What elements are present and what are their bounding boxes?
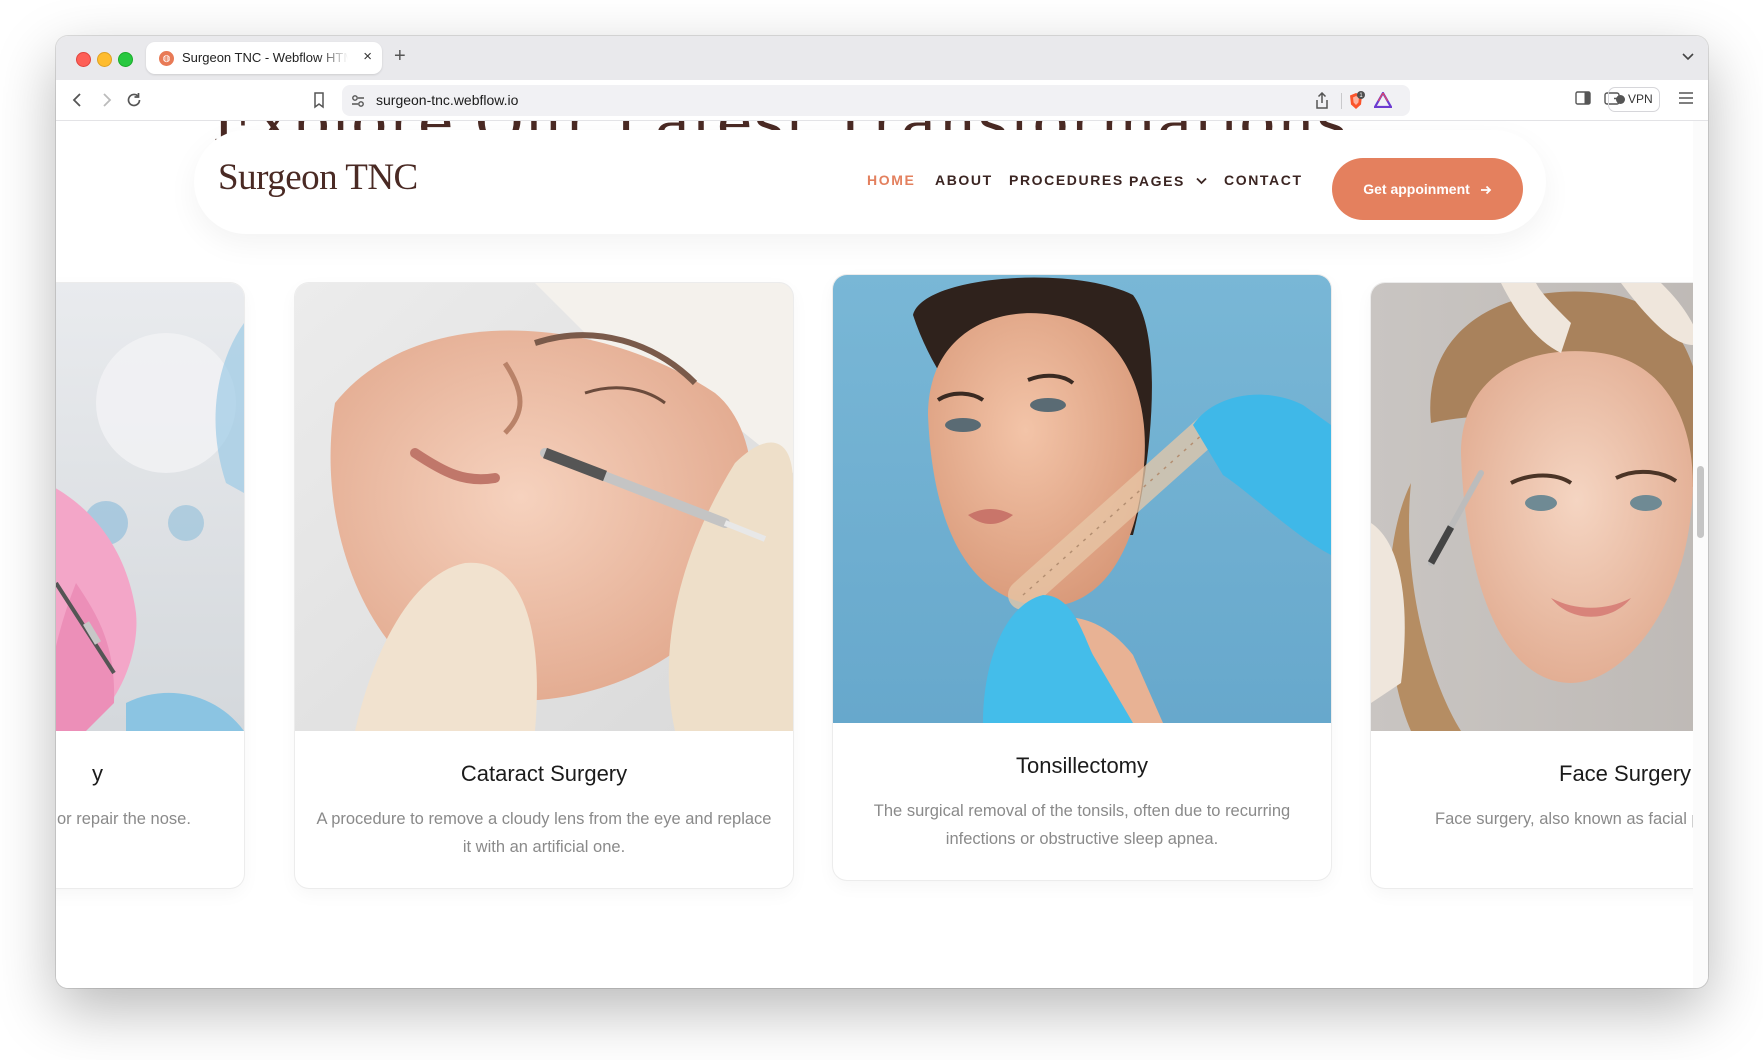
tab-title: Surgeon TNC - Webflow HTML website templ… [182, 50, 348, 65]
zoom-window-button[interactable] [118, 52, 133, 67]
menu-icon[interactable] [1678, 91, 1694, 110]
tab-strip: ◍ Surgeon TNC - Webflow HTML website tem… [56, 36, 1708, 80]
nav-about[interactable]: ABOUT [935, 172, 993, 188]
browser-toolbar: surgeon-tnc.webflow.io 1 VPN [56, 80, 1708, 121]
nav-procedures[interactable]: PROCEDURES [1009, 172, 1124, 188]
card-description: The surgical removal of the tonsils, oft… [873, 802, 1291, 848]
minimize-window-button[interactable] [97, 52, 112, 67]
procedure-image-face-surgery [1371, 283, 1693, 731]
page-scrollbar[interactable] [1693, 121, 1708, 988]
card-title: Face Surgery [1559, 761, 1692, 786]
brave-shields-icon[interactable]: 1 [1346, 91, 1366, 116]
procedure-card[interactable]: Cataract Surgery A procedure to remove a… [295, 283, 793, 888]
forward-icon[interactable] [96, 90, 116, 110]
brave-rewards-icon[interactable] [1373, 90, 1393, 113]
chevron-down-icon [1196, 172, 1208, 188]
reload-icon[interactable] [124, 90, 144, 110]
procedure-image-cataract-surgery [295, 283, 793, 731]
procedure-card[interactable]: Tonsillectomy The surgical removal of th… [833, 275, 1331, 880]
site-settings-icon[interactable] [350, 93, 366, 114]
vpn-button[interactable]: VPN [1608, 87, 1660, 112]
vpn-label: VPN [1628, 92, 1653, 106]
cta-label: Get appoinment [1363, 181, 1470, 197]
tab-list-chevron-icon[interactable] [1682, 48, 1694, 66]
get-appointment-button[interactable]: Get appoinment [1332, 158, 1523, 220]
browser-window: ◍ Surgeon TNC - Webflow HTML website tem… [56, 36, 1708, 988]
nav-pages[interactable]: PAGES [1129, 172, 1208, 189]
card-description: or repair the nose. [57, 810, 191, 828]
sidebar-icon[interactable] [1575, 91, 1591, 110]
back-icon[interactable] [68, 90, 88, 110]
site-favicon-icon: ◍ [159, 51, 174, 66]
share-icon[interactable] [1314, 91, 1330, 115]
card-title: Cataract Surgery [460, 761, 628, 786]
card-title: y [92, 761, 103, 786]
bookmark-icon[interactable] [309, 90, 329, 110]
arrow-right-icon [1480, 160, 1492, 222]
close-tab-icon[interactable]: × [363, 48, 372, 65]
nav-home[interactable]: HOME [867, 172, 915, 188]
toolbar-divider [1341, 93, 1342, 109]
card-description: A procedure to remove a cloudy lens from… [316, 810, 772, 856]
address-bar[interactable]: surgeon-tnc.webflow.io 1 [342, 85, 1410, 116]
close-window-button[interactable] [76, 52, 91, 67]
url-text[interactable]: surgeon-tnc.webflow.io [376, 92, 518, 108]
site-logo[interactable]: Surgeon TNC [218, 156, 418, 199]
page-viewport: Explore Our Latest Transformations Surge… [56, 121, 1693, 988]
new-tab-icon[interactable]: + [394, 45, 406, 67]
procedure-card[interactable]: y or repair the nose. [56, 283, 244, 888]
procedure-image-rhinoplasty [56, 283, 244, 731]
procedure-image-tonsillectomy [833, 275, 1331, 723]
card-description: Face surgery, also known as facial p [1435, 810, 1693, 828]
browser-tab[interactable]: ◍ Surgeon TNC - Webflow HTML website tem… [146, 42, 382, 74]
procedure-card[interactable]: Face Surgery Face surgery, also known as… [1371, 283, 1693, 888]
site-navbar: Surgeon TNC HOME ABOUT PROCEDURES PAGES … [194, 130, 1546, 234]
nav-contact[interactable]: CONTACT [1224, 172, 1303, 188]
vpn-status-icon [1616, 95, 1625, 104]
scrollbar-thumb[interactable] [1697, 466, 1704, 538]
nav-pages-label: PAGES [1129, 173, 1185, 189]
card-title: Tonsillectomy [1015, 753, 1149, 778]
